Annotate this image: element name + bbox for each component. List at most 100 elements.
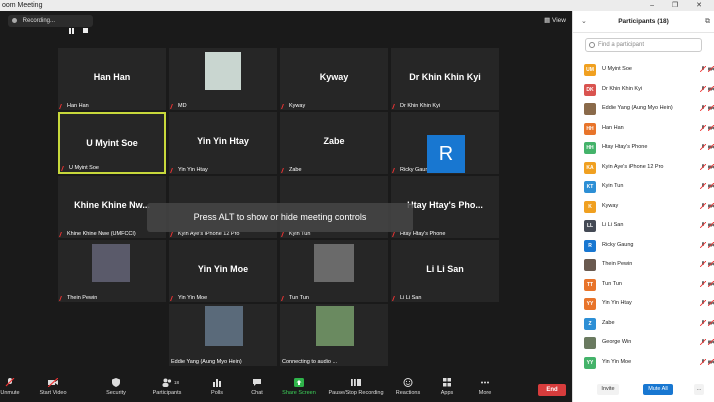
participant-row[interactable]: DK Dr Khin Khin Kyi <box>573 80 714 100</box>
participants-button[interactable]: Participants <box>149 378 185 396</box>
mic-off-icon <box>392 231 398 237</box>
pause-stop-icon <box>351 379 361 386</box>
participant-avatar: R <box>584 239 596 252</box>
apps-button[interactable]: Apps <box>438 378 456 396</box>
video-tile[interactable]: Li Li San Li Li San <box>391 240 499 302</box>
mic-off-icon <box>59 103 65 109</box>
video-tile[interactable]: MD <box>169 48 277 110</box>
participant-avatar: YY <box>584 356 596 369</box>
participant-row[interactable]: UM U Myint Soe <box>573 60 714 80</box>
tile-label-text: Khine Khine Nwe (UMFCCI) <box>67 231 136 237</box>
participant-avatar: KA <box>584 161 596 174</box>
share-screen-label: Share Screen <box>282 390 316 396</box>
participant-name: Dr Khin Khin Kyi <box>602 85 643 92</box>
video-tile[interactable]: Tun Tun <box>280 240 388 302</box>
participant-photo <box>205 306 243 346</box>
chevron-down-icon[interactable]: ⌄ <box>581 11 587 33</box>
video-off-icon <box>708 144 714 150</box>
start-video-button[interactable]: Start Video <box>36 378 70 396</box>
mic-off-icon <box>700 183 706 189</box>
participant-name: U Myint Soe <box>602 66 632 72</box>
tile-label-text: Dr Khin Khin Kyi <box>400 103 441 109</box>
pause-stop-recording-button[interactable]: Pause/Stop Recording <box>327 378 385 396</box>
security-button[interactable]: Security <box>103 378 129 396</box>
participant-row[interactable]: HH Htay Htay's Phone <box>573 138 714 158</box>
participant-avatar: YY <box>584 298 596 310</box>
popout-icon[interactable]: ⧉ <box>705 11 710 33</box>
start-video-label: Start Video <box>39 390 67 396</box>
tile-label: Eddie Yang (Aung Myo Hein) <box>171 359 242 365</box>
reactions-button[interactable]: Reactions <box>394 378 422 396</box>
participant-photo <box>92 244 130 282</box>
participant-search-input[interactable]: Find a participant <box>585 38 702 52</box>
share-screen-icon <box>294 378 304 387</box>
tile-label: Khine Khine Nwe (UMFCCI) <box>59 231 136 237</box>
video-off-icon <box>708 261 714 267</box>
chat-button[interactable]: Chat <box>248 378 266 396</box>
participant-photo <box>205 52 241 90</box>
participant-row[interactable]: LL Li Li San <box>573 216 714 236</box>
video-tile[interactable]: Kyway Kyway <box>280 48 388 110</box>
tile-name: Kyway <box>319 72 349 82</box>
ricky-avatar: R <box>427 135 465 173</box>
video-tile[interactable]: Yin Yin Moe Yin Yin Moe <box>169 240 277 302</box>
participant-row[interactable]: Z Zabe <box>573 314 714 334</box>
mic-off-icon <box>700 261 706 267</box>
share-screen-button[interactable]: Share Screen <box>281 378 317 396</box>
participant-row[interactable]: R Ricky Gaung <box>573 236 714 256</box>
tile-label: U Myint Soe <box>61 165 99 171</box>
window-controls[interactable]: – ❐ ✕ <box>650 0 710 11</box>
tile-name: U Myint Soe <box>86 138 138 148</box>
participants-header: ⌄ Participants (18) ⧉ <box>573 11 714 33</box>
video-tile[interactable]: Han Han Han Han <box>58 48 166 110</box>
video-tile[interactable]: Yin Yin Htay Yin Yin Htay <box>169 112 277 174</box>
video-tile[interactable]: Connecting to audio ... <box>280 304 388 366</box>
view-button[interactable]: ▦ View <box>544 16 566 24</box>
more-options-button[interactable]: ... <box>694 384 704 395</box>
video-off-icon <box>708 358 714 365</box>
video-off-icon <box>708 319 714 326</box>
mic-off-icon <box>59 295 65 301</box>
invite-button[interactable]: Invite <box>597 384 619 395</box>
window-title: oom Meeting <box>2 2 43 9</box>
video-tile[interactable]: Zabe Zabe <box>280 112 388 174</box>
stop-recording-icon[interactable] <box>83 28 88 33</box>
tile-label-text: Tun Tun <box>289 295 309 301</box>
participant-row[interactable]: HH Han Han <box>573 119 714 139</box>
participant-row[interactable]: KT Kyin Tun <box>573 177 714 197</box>
tile-name: Dr Khin Khin Kyi <box>409 72 481 82</box>
participant-row[interactable]: K Kyway <box>573 197 714 217</box>
participant-row[interactable]: George Win <box>573 333 714 353</box>
end-button[interactable]: End <box>538 384 566 396</box>
participant-name: Kyin Aye's iPhone 12 Pro <box>602 163 664 170</box>
video-tile[interactable]: Eddie Yang (Aung Myo Hein) <box>169 304 277 366</box>
tile-label-text: Eddie Yang (Aung Myo Hein) <box>171 359 242 365</box>
polls-button[interactable]: Polls <box>208 378 226 396</box>
participant-avatar <box>584 337 596 349</box>
pause-recording-icon[interactable] <box>69 28 71 34</box>
participant-row[interactable]: Thein Pewin <box>573 255 714 275</box>
polls-icon <box>213 379 221 387</box>
recording-dot-icon <box>12 17 17 23</box>
alt-hint-toast: Press ALT to show or hide meeting contro… <box>147 203 413 232</box>
participant-row[interactable]: YY Yin Yin Moe <box>573 353 714 373</box>
mute-all-button[interactable]: Mute All <box>643 384 673 395</box>
video-tile[interactable]: U Myint Soe U Myint Soe <box>58 112 166 174</box>
participant-row[interactable]: TT Tun Tun <box>573 275 714 295</box>
mic-off-icon <box>170 103 176 109</box>
video-tile[interactable]: Thein Pewin <box>58 240 166 302</box>
unmute-button[interactable]: Unmute <box>0 378 20 396</box>
participants-label: Participants <box>152 390 182 396</box>
video-tile[interactable]: Dr Khin Khin Kyi Dr Khin Khin Kyi <box>391 48 499 110</box>
meeting-area: Recording... ▦ View Han Han Han Han MD Kywa… <box>0 11 572 402</box>
mic-off-icon <box>281 167 287 173</box>
participant-row[interactable]: KA Kyin Aye's iPhone 12 Pro <box>573 158 714 178</box>
pause-recording-icon-2[interactable] <box>72 28 74 34</box>
mic-off-icon <box>392 167 398 173</box>
video-off-icon <box>708 202 714 209</box>
participant-row[interactable]: YY Yin Yin Htay <box>573 294 714 314</box>
more-button[interactable]: More <box>476 378 494 396</box>
mic-off-icon <box>700 300 706 306</box>
participant-row[interactable]: Eddie Yang (Aung Myo Hein) <box>573 99 714 119</box>
mic-off-icon <box>170 231 176 237</box>
